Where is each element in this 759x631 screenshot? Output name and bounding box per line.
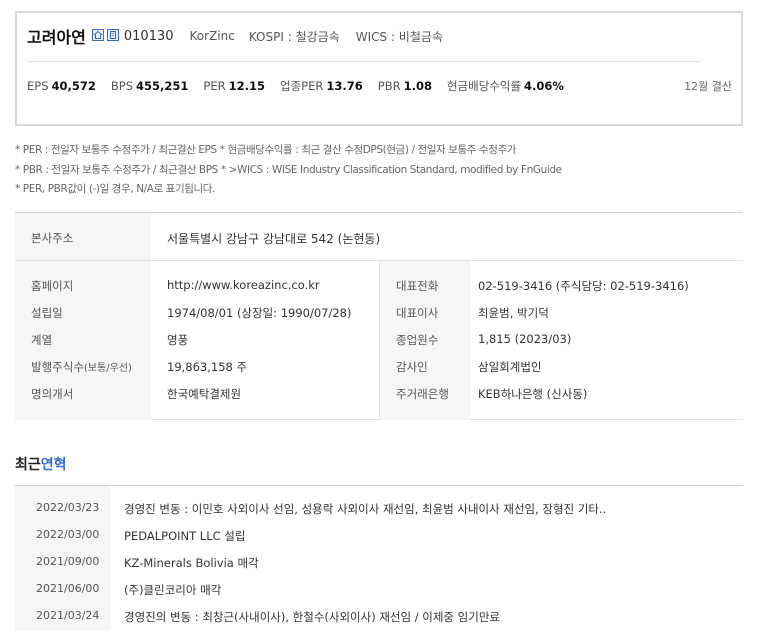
info-value: 02-519-3416 (주식담당: 02-519-3416)	[478, 279, 689, 293]
address-label: 본사주소	[31, 231, 74, 245]
info-value: 19,863,158 주	[167, 360, 248, 374]
metric-label: PBR	[377, 79, 401, 93]
info-value: 최윤범, 박기덕	[478, 306, 549, 320]
history-title-prefix: 최근	[15, 457, 41, 473]
history-date: 2021/03/24	[36, 609, 100, 622]
history-row: 2021/06/00 (주)클린코리아 매각	[15, 582, 743, 602]
company-name: 고려아연	[27, 28, 86, 47]
home-icon[interactable]	[91, 29, 104, 41]
shares-label: 발행주식수	[31, 360, 84, 374]
address-block: 본사주소 서울특별시 강남구 강남대로 542 (논현동)	[15, 212, 743, 261]
metric-label: BPS	[110, 79, 134, 93]
metric-label: EPS	[27, 79, 49, 93]
metric-value: 4.06%	[524, 79, 564, 93]
metric-value: 12.15	[228, 79, 266, 93]
info-right-column: 대표전화 02-519-3416 (주식담당: 02-519-3416) 대표이…	[379, 261, 743, 420]
history-text: PEDALPOINT LLC 설립	[124, 529, 246, 543]
metric-label: 현금배당수익률	[446, 79, 522, 93]
info-label: 종업원수	[396, 333, 439, 347]
metric-pbr: PBR 1.08	[378, 79, 432, 93]
info-label: 홈페이지	[31, 279, 74, 293]
metric-industry-per: 업종PER 13.76	[280, 78, 363, 94]
history-row: 2021/03/24 경영진의 변동 : 최창근(사내이사), 한철수(사외이사…	[15, 609, 743, 629]
metrics-row: EPS 40,572 BPS 455,251 PER 12.15 업종PER 13.76…	[27, 78, 579, 94]
history-section-title: 최근연혁	[15, 454, 67, 474]
metric-bps: BPS 455,251	[111, 79, 189, 93]
history-text: 경영진의 변동 : 최창근(사내이사), 한철수(사외이사) 재선임 / 이제중…	[124, 610, 500, 624]
metric-value: 13.76	[326, 79, 363, 93]
building-icon[interactable]	[106, 29, 119, 41]
history-date: 2021/09/00	[36, 555, 100, 568]
info-value: 한국예탁결제원	[167, 387, 242, 401]
info-label: 명의개서	[31, 387, 74, 401]
info-value: 1974/08/01 (상장일: 1990/07/28)	[167, 306, 352, 320]
company-info-table: 홈페이지 http://www.koreazinc.co.kr 설립일 1974…	[15, 261, 743, 420]
info-label: 발행주식수(보통/우선)	[31, 359, 132, 375]
wics-sector: WICS : 비철금속	[355, 29, 443, 44]
info-label: 대표이사	[396, 306, 439, 320]
info-label: 감사인	[396, 360, 428, 374]
history-date: 2022/03/00	[36, 528, 100, 541]
metric-value: 1.08	[403, 79, 432, 93]
metric-dividend-yield: 현금배당수익률 4.06%	[447, 78, 564, 94]
metric-label: 업종PER	[280, 79, 324, 93]
info-value: KEB하나은행 (신사동)	[478, 387, 588, 401]
notes: * PER : 전일자 보통주 수정주가 / 최근결산 EPS * 현금배당수익…	[15, 141, 562, 200]
info-label: 설립일	[31, 306, 63, 320]
info-value: 영풍	[167, 333, 189, 347]
history-text: KZ-Minerals Bolivia 매각	[124, 556, 259, 570]
history-date: 2021/06/00	[36, 582, 100, 595]
info-label: 대표전화	[396, 279, 439, 293]
settlement-month: 12월 결산	[684, 80, 732, 93]
stock-code: 010130	[123, 28, 174, 44]
note-line: * PER, PBR값이 (-)일 경우, N/A로 표기됩니다.	[15, 183, 215, 195]
metric-per: PER 12.15	[203, 79, 265, 93]
note-line: * PBR : 전일자 보통주 수정주가 / 최근결산 BPS * >WICS …	[15, 163, 562, 176]
info-value: 1,815 (2023/03)	[478, 332, 572, 346]
metric-value: 455,251	[136, 79, 189, 93]
history-row: 2022/03/00 PEDALPOINT LLC 설립	[15, 528, 743, 548]
metric-label: PER	[203, 79, 226, 93]
homepage-link[interactable]: http://www.koreazinc.co.kr	[167, 278, 320, 292]
shares-label-sub: (보통/우선)	[83, 363, 132, 374]
info-value: 삼일회계법인	[478, 360, 542, 374]
address-value: 서울특별시 강남구 강남대로 542 (논현동)	[167, 232, 381, 246]
info-label: 계열	[31, 333, 53, 347]
metric-value: 40,572	[51, 79, 96, 93]
history-row: 2022/03/23 경영진 변동 : 이민호 사외이사 선임, 성용락 사외이…	[15, 501, 743, 521]
info-label: 주거래은행	[396, 387, 449, 401]
history-text: (주)클린코리아 매각	[124, 583, 222, 597]
history-title-highlight: 연혁	[40, 457, 67, 473]
history-list: 2022/03/23 경영진 변동 : 이민호 사외이사 선임, 성용락 사외이…	[15, 485, 743, 631]
english-name: KorZinc	[189, 29, 235, 43]
info-left-column: 홈페이지 http://www.koreazinc.co.kr 설립일 1974…	[15, 261, 379, 420]
market-sector: KOSPI : 철강금속	[248, 29, 340, 44]
history-text: 경영진 변동 : 이민호 사외이사 선임, 성용락 사외이사 재선임, 최윤범 …	[124, 502, 607, 516]
history-row: 2021/09/00 KZ-Minerals Bolivia 매각	[15, 555, 743, 575]
metric-eps: EPS 40,572	[27, 79, 96, 93]
company-title-row: 고려아연 010130 KorZinc KOSPI : 철강금속 WICS : …	[27, 24, 443, 48]
note-line: * PER : 전일자 보통주 수정주가 / 최근결산 EPS * 현금배당수익…	[15, 144, 517, 156]
summary-divider	[27, 61, 701, 62]
history-date: 2022/03/23	[36, 501, 100, 514]
